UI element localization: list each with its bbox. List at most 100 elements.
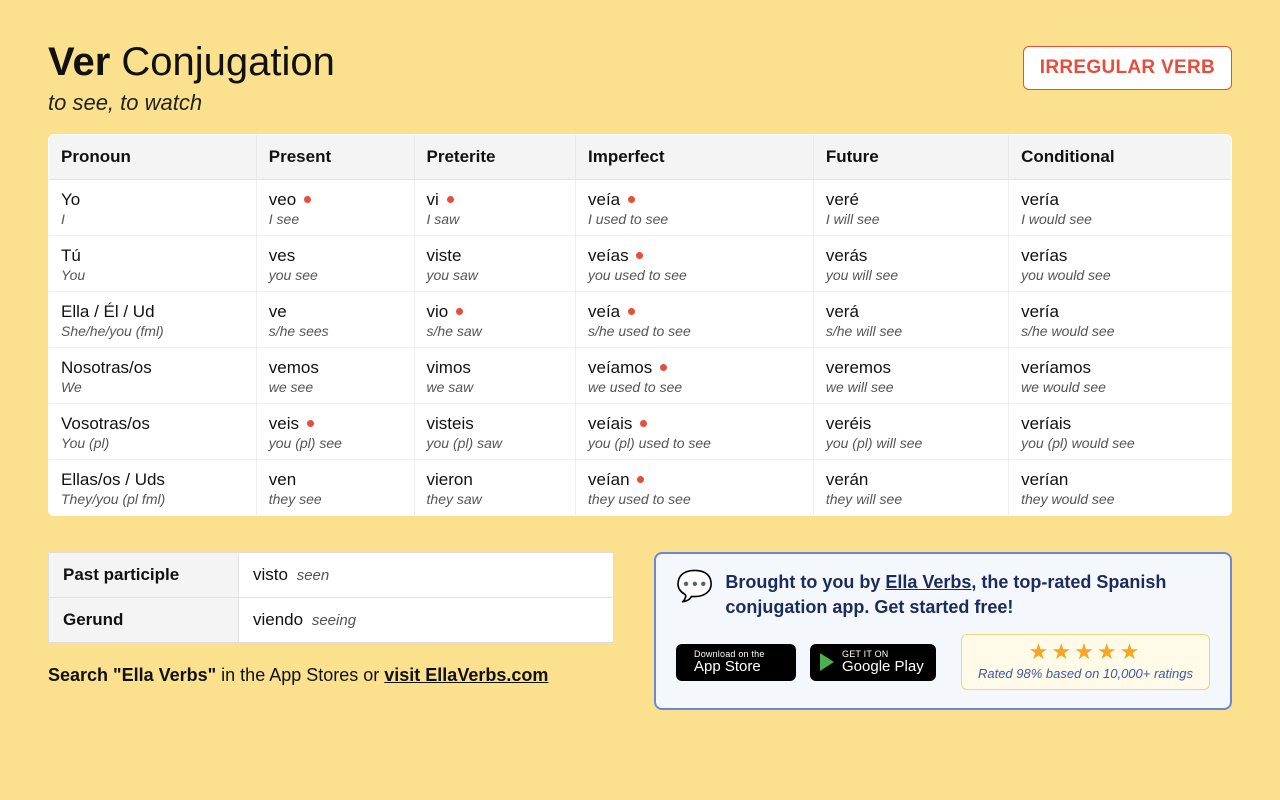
form-main: veía — [588, 302, 801, 322]
conjugation-cell: venthey see — [256, 460, 414, 516]
form-main: vio — [427, 302, 563, 322]
form-main: verían — [1021, 470, 1219, 490]
conjugation-cell: veremoswe will see — [813, 348, 1008, 404]
form-main: ven — [269, 470, 402, 490]
pronoun-cell: YoI — [49, 180, 257, 236]
column-header: Future — [813, 135, 1008, 180]
conjugation-cell: veíais you (pl) used to see — [576, 404, 814, 460]
form-row: Past participlevisto seen — [49, 553, 614, 598]
conjugation-table: PronounPresentPreteriteImperfectFutureCo… — [48, 134, 1232, 516]
pronoun-cell: TúYou — [49, 236, 257, 292]
form-main: veremos — [826, 358, 996, 378]
form-main: visteis — [427, 414, 563, 434]
form-main: vería — [1021, 190, 1219, 210]
form-main: veríamos — [1021, 358, 1219, 378]
form-sub: you (pl) will see — [826, 435, 996, 451]
irregular-dot-icon — [660, 364, 667, 371]
conjugation-cell: veríaI would see — [1009, 180, 1232, 236]
form-main: vieron — [427, 470, 563, 490]
form-sub: s/he will see — [826, 323, 996, 339]
column-header: Present — [256, 135, 414, 180]
irregular-dot-icon — [637, 476, 644, 483]
column-header: Imperfect — [576, 135, 814, 180]
form-main: veían — [588, 470, 801, 490]
conjugation-cell: veríanthey would see — [1009, 460, 1232, 516]
conjugation-cell: veíamos we used to see — [576, 348, 814, 404]
pronoun-main: Tú — [61, 246, 244, 266]
conjugation-cell: veis you (pl) see — [256, 404, 414, 460]
form-sub: I see — [269, 211, 402, 227]
irregular-dot-icon — [636, 252, 643, 259]
conjugation-cell: verás/he will see — [813, 292, 1008, 348]
form-sub: you saw — [427, 267, 563, 283]
pronoun-sub: They/you (pl fml) — [61, 491, 244, 507]
pronoun-cell: Ella / Él / UdShe/he/you (fml) — [49, 292, 257, 348]
conjugation-cell: vemoswe see — [256, 348, 414, 404]
form-sub: I saw — [427, 211, 563, 227]
form-main: veías — [588, 246, 801, 266]
form-sub: we used to see — [588, 379, 801, 395]
pronoun-sub: We — [61, 379, 244, 395]
app-store-button[interactable]: Download on the App Store — [676, 644, 796, 681]
form-main: vemos — [269, 358, 402, 378]
table-row: Vosotras/osYou (pl)veis you (pl) see vist… — [49, 404, 1232, 460]
page-title: Ver Conjugation — [48, 40, 335, 84]
form-sub: s/he would see — [1021, 323, 1219, 339]
form-sub: we see — [269, 379, 402, 395]
stars-icon: ★★★★★ — [978, 641, 1193, 663]
table-row: Ella / Él / UdShe/he/you (fml) ves/he see… — [49, 292, 1232, 348]
table-row: TúYouvesyou seevisteyou sawveías you use… — [49, 236, 1232, 292]
conjugation-cell: vi I saw — [414, 180, 575, 236]
form-sub: s/he used to see — [588, 323, 801, 339]
form-sub: you (pl) used to see — [588, 435, 801, 451]
form-main: ve — [269, 302, 402, 322]
form-sub: you (pl) saw — [427, 435, 563, 451]
search-line: Search "Ella Verbs" in the App Stores or… — [48, 665, 614, 686]
ella-verbs-link[interactable]: Ella Verbs — [885, 572, 971, 592]
form-main: veréis — [826, 414, 996, 434]
pronoun-main: Nosotras/os — [61, 358, 244, 378]
form-sub: you used to see — [588, 267, 801, 283]
rating-subtext: Rated 98% based on 10,000+ ratings — [978, 666, 1193, 681]
form-main: vería — [1021, 302, 1219, 322]
google-play-button[interactable]: GET IT ON Google Play — [810, 644, 936, 681]
play-icon — [820, 653, 834, 671]
form-sub: they saw — [427, 491, 563, 507]
conjugation-cell: veránthey will see — [813, 460, 1008, 516]
conjugation-cell: verásyou will see — [813, 236, 1008, 292]
pronoun-cell: Nosotras/osWe — [49, 348, 257, 404]
form-sub: you will see — [826, 267, 996, 283]
form-main: verás — [826, 246, 996, 266]
form-sub: we will see — [826, 379, 996, 395]
form-sub: s/he sees — [269, 323, 402, 339]
extra-forms-table: Past participlevisto seenGerundviendo se… — [48, 552, 614, 643]
form-sub: they would see — [1021, 491, 1219, 507]
form-sub: I used to see — [588, 211, 801, 227]
conjugation-cell: vimoswe saw — [414, 348, 575, 404]
form-sub: you (pl) would see — [1021, 435, 1219, 451]
conjugation-cell: veríamoswe would see — [1009, 348, 1232, 404]
form-sub: I will see — [826, 211, 996, 227]
form-sub: they see — [269, 491, 402, 507]
table-row: Ellas/os / UdsThey/you (pl fml)venthey s… — [49, 460, 1232, 516]
verb-translation: to see, to watch — [48, 90, 335, 116]
form-sub: we saw — [427, 379, 563, 395]
column-header: Conditional — [1009, 135, 1232, 180]
pronoun-main: Vosotras/os — [61, 414, 244, 434]
form-main: ves — [269, 246, 402, 266]
form-main: vimos — [427, 358, 563, 378]
title-rest: Conjugation — [110, 40, 335, 84]
visit-link[interactable]: visit EllaVerbs.com — [384, 665, 548, 685]
form-translation: seeing — [312, 612, 356, 629]
conjugation-cell: vieronthey saw — [414, 460, 575, 516]
pronoun-cell: Vosotras/osYou (pl) — [49, 404, 257, 460]
conjugation-cell: vio s/he saw — [414, 292, 575, 348]
pronoun-sub: You — [61, 267, 244, 283]
conjugation-cell: veréisyou (pl) will see — [813, 404, 1008, 460]
form-value: visto seen — [239, 553, 614, 598]
form-main: verán — [826, 470, 996, 490]
form-main: vi — [427, 190, 563, 210]
promo-icon: 💬 — [676, 572, 713, 602]
form-main: veíamos — [588, 358, 801, 378]
form-main: veo — [269, 190, 402, 210]
